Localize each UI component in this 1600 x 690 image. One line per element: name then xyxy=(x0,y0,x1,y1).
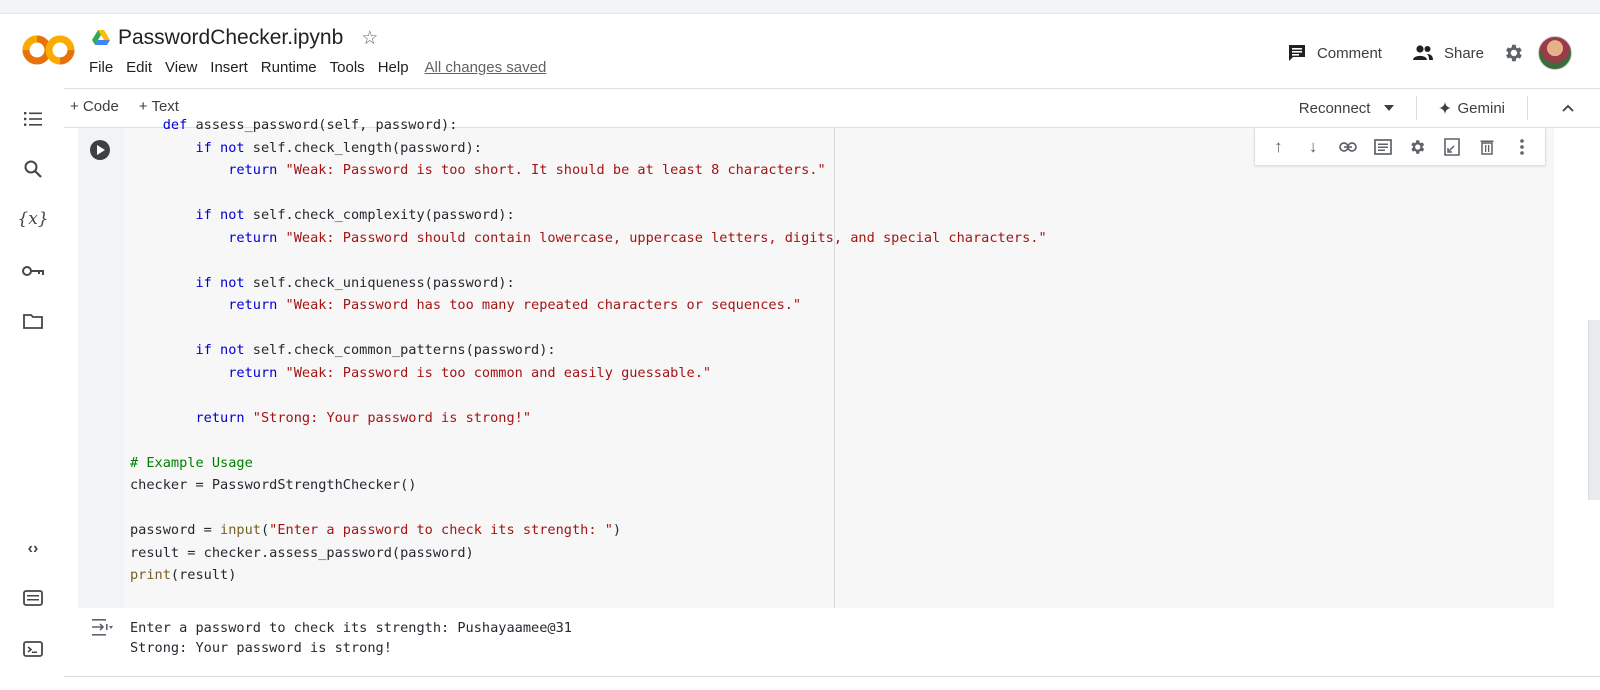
settings-button[interactable] xyxy=(1502,42,1524,64)
comment-button[interactable]: Comment xyxy=(1279,37,1390,69)
collapse-header-button[interactable] xyxy=(1562,104,1574,112)
runtime-controls: Reconnect Gemini xyxy=(1289,96,1574,120)
menu-edit[interactable]: Edit xyxy=(126,59,152,76)
move-down-icon[interactable]: ↓ xyxy=(1302,136,1324,158)
table-of-contents-icon[interactable] xyxy=(20,106,46,132)
run-cell-button[interactable] xyxy=(90,140,110,160)
share-button[interactable]: Share xyxy=(1404,38,1492,68)
secrets-key-icon[interactable] xyxy=(20,258,46,284)
menu-insert[interactable]: Insert xyxy=(210,59,248,76)
code-line: return "Weak: Password has too many repe… xyxy=(228,297,802,313)
code-line: return "Weak: Password should contain lo… xyxy=(228,229,1047,246)
insert-buttons: + Code + Text xyxy=(70,98,179,115)
link-icon[interactable] xyxy=(1337,136,1359,158)
vertical-scrollbar[interactable] xyxy=(1588,320,1600,500)
code-line: # Example Usage xyxy=(130,454,253,471)
code-snippets-icon[interactable]: ‹› xyxy=(20,536,46,562)
menu-file[interactable]: File xyxy=(89,59,113,76)
add-code-button[interactable]: + Code xyxy=(70,98,119,115)
menu-view[interactable]: View xyxy=(165,59,197,76)
browser-top-strip xyxy=(0,0,1600,14)
user-avatar[interactable] xyxy=(1538,36,1572,70)
header-actions: Comment Share xyxy=(1279,36,1572,70)
cell-gutter xyxy=(78,128,124,608)
menu-help[interactable]: Help xyxy=(378,59,409,76)
code-line: return "Strong: Your password is strong!… xyxy=(195,409,532,426)
more-icon[interactable] xyxy=(1511,136,1533,158)
settings-icon[interactable] xyxy=(1406,136,1428,158)
code-line: password = input("Enter a password to ch… xyxy=(130,522,622,538)
code-line: if not self.check_uniqueness(password): xyxy=(195,274,515,291)
variables-icon[interactable]: {x} xyxy=(17,206,48,232)
move-up-icon[interactable]: ↑ xyxy=(1267,136,1289,158)
code-line: if not self.check_complexity(password): xyxy=(195,207,515,223)
notebook-header: PasswordChecker.ipynb ☆ File Edit View I… xyxy=(0,14,1600,88)
notebook-title[interactable]: PasswordChecker.ipynb xyxy=(118,26,343,50)
add-text-button[interactable]: + Text xyxy=(139,98,179,115)
comment-icon xyxy=(1288,45,1305,61)
menu-runtime[interactable]: Runtime xyxy=(261,59,317,76)
comment-icon[interactable] xyxy=(1372,136,1394,158)
gear-icon xyxy=(1506,44,1522,62)
play-icon xyxy=(96,145,105,155)
title-row: PasswordChecker.ipynb ☆ xyxy=(92,24,378,52)
mirror-cell-icon[interactable] xyxy=(1441,136,1463,158)
reconnect-label: Reconnect xyxy=(1298,99,1371,117)
code-line: return "Weak: Password is too short. It … xyxy=(228,162,826,178)
delete-icon[interactable] xyxy=(1476,136,1498,158)
menu-tools[interactable]: Tools xyxy=(330,59,365,76)
menu-bar: File Edit View Insert Runtime Tools Help… xyxy=(89,59,546,76)
output-text: Enter a password to check its strength: … xyxy=(130,618,572,658)
cell-toolbar: ↑ ↓ xyxy=(1254,128,1546,166)
colab-logo[interactable] xyxy=(22,32,76,68)
gemini-sparkle-icon xyxy=(1439,102,1452,114)
code-line: if not self.check_length(password): xyxy=(195,139,482,156)
terminal-icon[interactable] xyxy=(20,636,46,662)
gemini-button[interactable]: Gemini xyxy=(1429,98,1515,119)
code-line: result = checker.assess_password(passwor… xyxy=(130,544,474,561)
left-sidebar: {x} ‹› xyxy=(0,88,64,690)
save-status-link[interactable]: All changes saved xyxy=(425,59,547,76)
chevron-up-icon xyxy=(1562,104,1574,112)
google-drive-icon xyxy=(92,30,110,45)
gemini-label: Gemini xyxy=(1457,99,1505,117)
code-line: def assess_password(self, password): xyxy=(162,117,458,133)
people-icon xyxy=(1412,45,1433,60)
star-icon[interactable]: ☆ xyxy=(361,27,378,50)
reconnect-button[interactable]: Reconnect xyxy=(1289,98,1405,119)
files-folder-icon[interactable] xyxy=(20,308,46,334)
code-line: print(result) xyxy=(130,567,237,583)
share-label: Share xyxy=(1443,44,1484,62)
output-line: Enter a password to check its strength: … xyxy=(130,620,572,636)
output-line: Strong: Your password is strong! xyxy=(130,640,392,656)
dropdown-arrow-icon[interactable] xyxy=(1384,105,1395,111)
code-text[interactable]: def assess_password(self, password): if … xyxy=(130,114,1047,587)
code-line: checker = PasswordStrengthChecker() xyxy=(130,477,417,493)
code-line: if not self.check_common_patterns(passwo… xyxy=(195,342,556,358)
comment-label: Comment xyxy=(1316,44,1382,62)
toolbar-divider xyxy=(1527,96,1528,120)
code-line: return "Weak: Password is too common and… xyxy=(228,364,712,381)
search-icon[interactable] xyxy=(20,156,46,182)
toolbar-divider xyxy=(1416,96,1418,120)
output-actions-icon[interactable] xyxy=(90,616,114,638)
notebook-bottom-border xyxy=(64,676,1600,677)
command-palette-icon[interactable] xyxy=(20,585,46,611)
